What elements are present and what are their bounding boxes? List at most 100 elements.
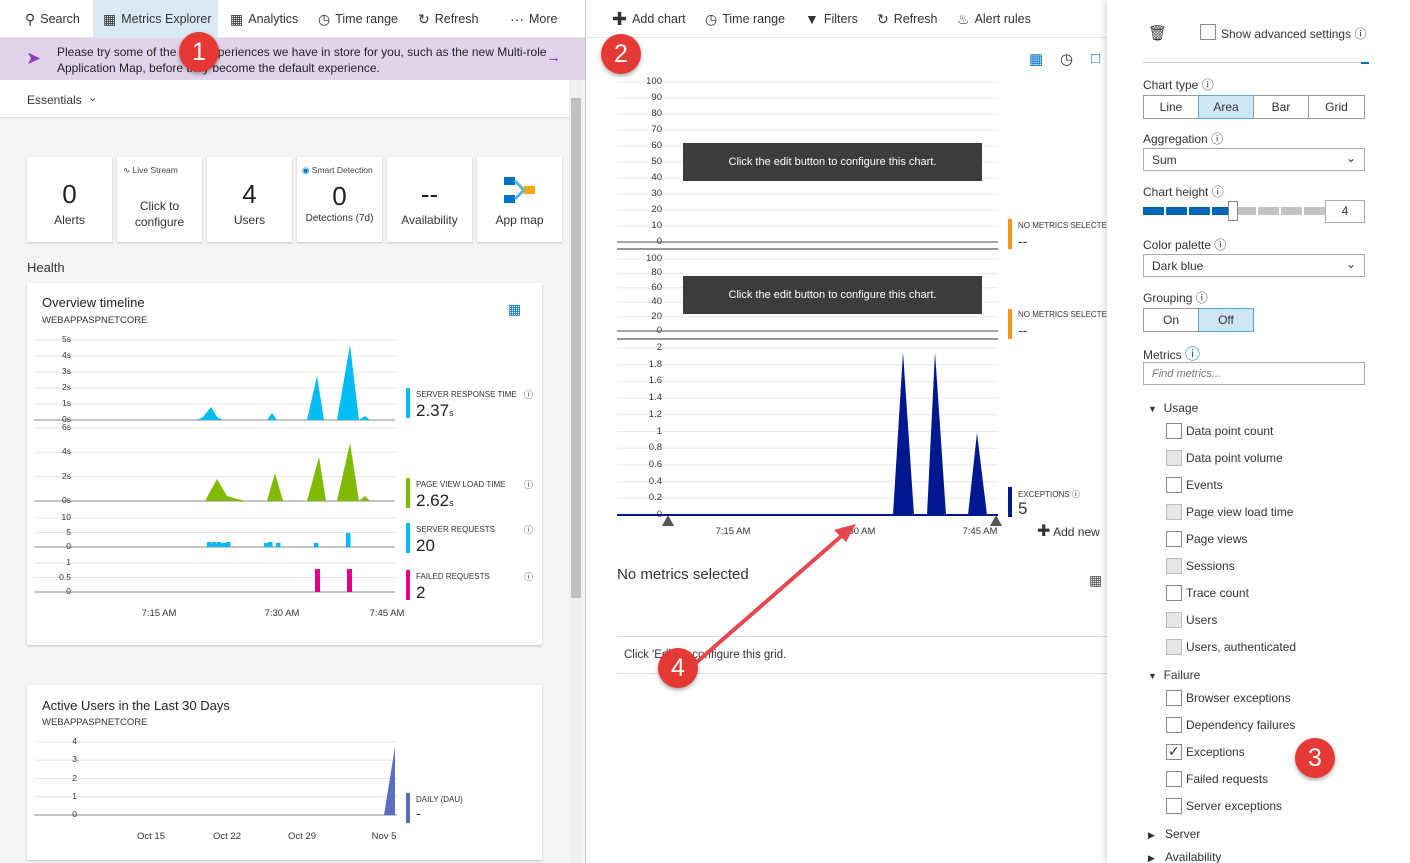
availability-group[interactable]: ▶ Availability [1148, 850, 1221, 863]
chart-type-grid[interactable]: Grid [1308, 95, 1365, 119]
metric-option-label: Sessions [1186, 559, 1235, 573]
metric-checkbox[interactable] [1166, 612, 1182, 628]
y-tick-label: 0 [656, 509, 662, 520]
overview-timeline-card[interactable]: Overview timeline WEBAPPASPNETCORE ▦ 5s 4… [27, 283, 542, 645]
failure-group[interactable]: ▼ Failure [1148, 668, 1200, 682]
refresh-button[interactable]: ↻ Refresh [418, 0, 479, 38]
users-tile[interactable]: 4 Users [207, 157, 292, 242]
chart-height-slider[interactable] [1143, 200, 1325, 222]
y-tick-label: 0.4 [648, 475, 662, 487]
y-tick-label: 0 [66, 541, 71, 551]
y-tick-label: 0s [62, 495, 71, 505]
analytics-button[interactable]: ▦ Analytics [230, 0, 298, 38]
metric-checkbox[interactable]: ✓ [1166, 743, 1182, 760]
scrollbar-thumb[interactable] [571, 98, 581, 598]
metric-checkbox[interactable] [1166, 771, 1182, 787]
x-tick-label: 7:30 AM [264, 608, 300, 619]
y-tick-label: 1 [66, 557, 71, 567]
y-tick-label: 1 [72, 790, 77, 801]
chart-type-bar[interactable]: Bar [1253, 95, 1309, 119]
x-tick-label: Oct 22 [213, 831, 241, 842]
users-label: Users [233, 213, 266, 227]
y-tick-label: 2 [656, 342, 662, 353]
trash-icon[interactable]: 🗑 [1148, 24, 1167, 42]
arrow-right-icon[interactable]: → [546, 50, 561, 66]
range-handle-right[interactable] [990, 515, 1002, 526]
bar-chart-icon: ▦ [103, 11, 117, 27]
callout-4: 4 [658, 648, 698, 688]
grouping-off[interactable]: Off [1198, 308, 1254, 332]
metric-option-label: Browser exceptions [1186, 691, 1291, 705]
metric-checkbox[interactable] [1166, 585, 1182, 601]
metric-unit: s [449, 498, 454, 508]
active-users-card[interactable]: Active Users in the Last 30 Days WEBAPPA… [27, 685, 542, 860]
essentials-bar[interactable]: Essentials ⌄ [0, 80, 570, 118]
info-icon: ⓘ [524, 480, 534, 490]
more-button[interactable]: ··· More [510, 0, 557, 38]
metric-checkbox[interactable] [1166, 639, 1182, 655]
metric-value: 2 [416, 583, 425, 603]
chart-type-line[interactable]: Line [1143, 95, 1199, 119]
left-toolbar: ⚲ Search ▦ Metrics Explorer ▦ Analytics ◷ Ti… [0, 0, 585, 38]
overview-blade: ⚲ Search ▦ Metrics Explorer ▦ Analytics ◷ Ti… [0, 0, 586, 863]
metric-checkbox[interactable] [1166, 717, 1182, 733]
chart-type-area[interactable]: Area [1198, 95, 1254, 119]
metric-option-label: Failed requests [1186, 772, 1269, 786]
alerts-tile[interactable]: 0 Alerts [27, 157, 112, 242]
smart-detection-tile[interactable]: ◉ Smart Detection 0 Detections (7d) [297, 157, 382, 242]
chart-2-metric-bar [1008, 309, 1012, 339]
slider-thumb[interactable] [1228, 201, 1238, 221]
add-new-button[interactable]: ✚ Add new [1037, 521, 1100, 541]
metric-checkbox[interactable] [1166, 504, 1182, 520]
info-icon: ⓘ [1201, 78, 1214, 92]
range-handle-left[interactable] [662, 515, 674, 526]
exceptions-spike [893, 352, 914, 515]
users-count: 4 [242, 179, 257, 209]
y-tick-label: 90 [651, 92, 662, 103]
metric-checkbox[interactable] [1166, 423, 1182, 439]
y-tick-label: 3 [72, 754, 77, 765]
metric-option-label: Server exceptions [1186, 799, 1283, 813]
callout-2: 2 [601, 34, 641, 74]
metric-checkbox[interactable] [1166, 450, 1182, 466]
y-tick-label: 60 [651, 140, 662, 151]
server-group[interactable]: ▶ Server [1148, 827, 1200, 841]
usage-group[interactable]: ▼ Usage [1148, 401, 1198, 415]
chart-2-message: Click the edit button to configure this … [683, 276, 982, 314]
color-palette-label: Color palette ⓘ [1143, 238, 1227, 252]
refresh-icon: ↻ [418, 11, 430, 27]
color-palette-select[interactable]: Dark blue ⌄ [1143, 254, 1365, 277]
slider-segment [1166, 207, 1187, 215]
y-tick-label: 10 [61, 512, 71, 522]
aggregation-select[interactable]: Sum ⌄ [1143, 148, 1365, 171]
time-range-button[interactable]: ◷ Time range [318, 0, 398, 38]
metric-checkbox[interactable] [1166, 690, 1182, 706]
metric-checkbox[interactable] [1166, 798, 1182, 814]
chart-height-input[interactable]: 4 [1325, 200, 1365, 223]
health-heading: Health [27, 260, 65, 275]
x-tick-label: 7:45 AM [962, 526, 998, 537]
grouping-on[interactable]: On [1143, 308, 1199, 332]
exceptions-spike [927, 352, 946, 515]
rocket-icon: ➤ [26, 48, 42, 68]
availability-tile[interactable]: -- Availability [387, 157, 472, 242]
metric-checkbox[interactable] [1166, 531, 1182, 547]
availability-label: Availability [401, 213, 458, 227]
live-stream-tile[interactable]: ∿ Live Stream Click to configure [117, 157, 202, 242]
app-map-tile[interactable]: App map [477, 157, 562, 242]
dau-series [384, 747, 395, 815]
search-button[interactable]: ⚲ Search [25, 0, 80, 38]
preview-banner[interactable]: ➤ Please try some of the new experiences… [0, 38, 585, 80]
y-tick-label: 80 [651, 108, 662, 119]
grid-message: Click 'Edit' to configure this grid. [624, 649, 787, 661]
show-advanced-checkbox[interactable] [1200, 24, 1216, 40]
divider-accent [1361, 62, 1369, 64]
metric-checkbox[interactable] [1166, 558, 1182, 574]
left-scrollbar[interactable] [569, 80, 583, 863]
find-metrics-input[interactable] [1143, 362, 1365, 385]
metric-checkbox[interactable] [1166, 477, 1182, 493]
metric-number: 2 [416, 583, 426, 602]
chart-1-metric-label: NO METRICS SELECTED [1018, 221, 1113, 230]
grid-icon[interactable]: ▦ [1089, 572, 1102, 589]
metric-label: PAGE VIEW LOAD TIME [416, 480, 506, 489]
